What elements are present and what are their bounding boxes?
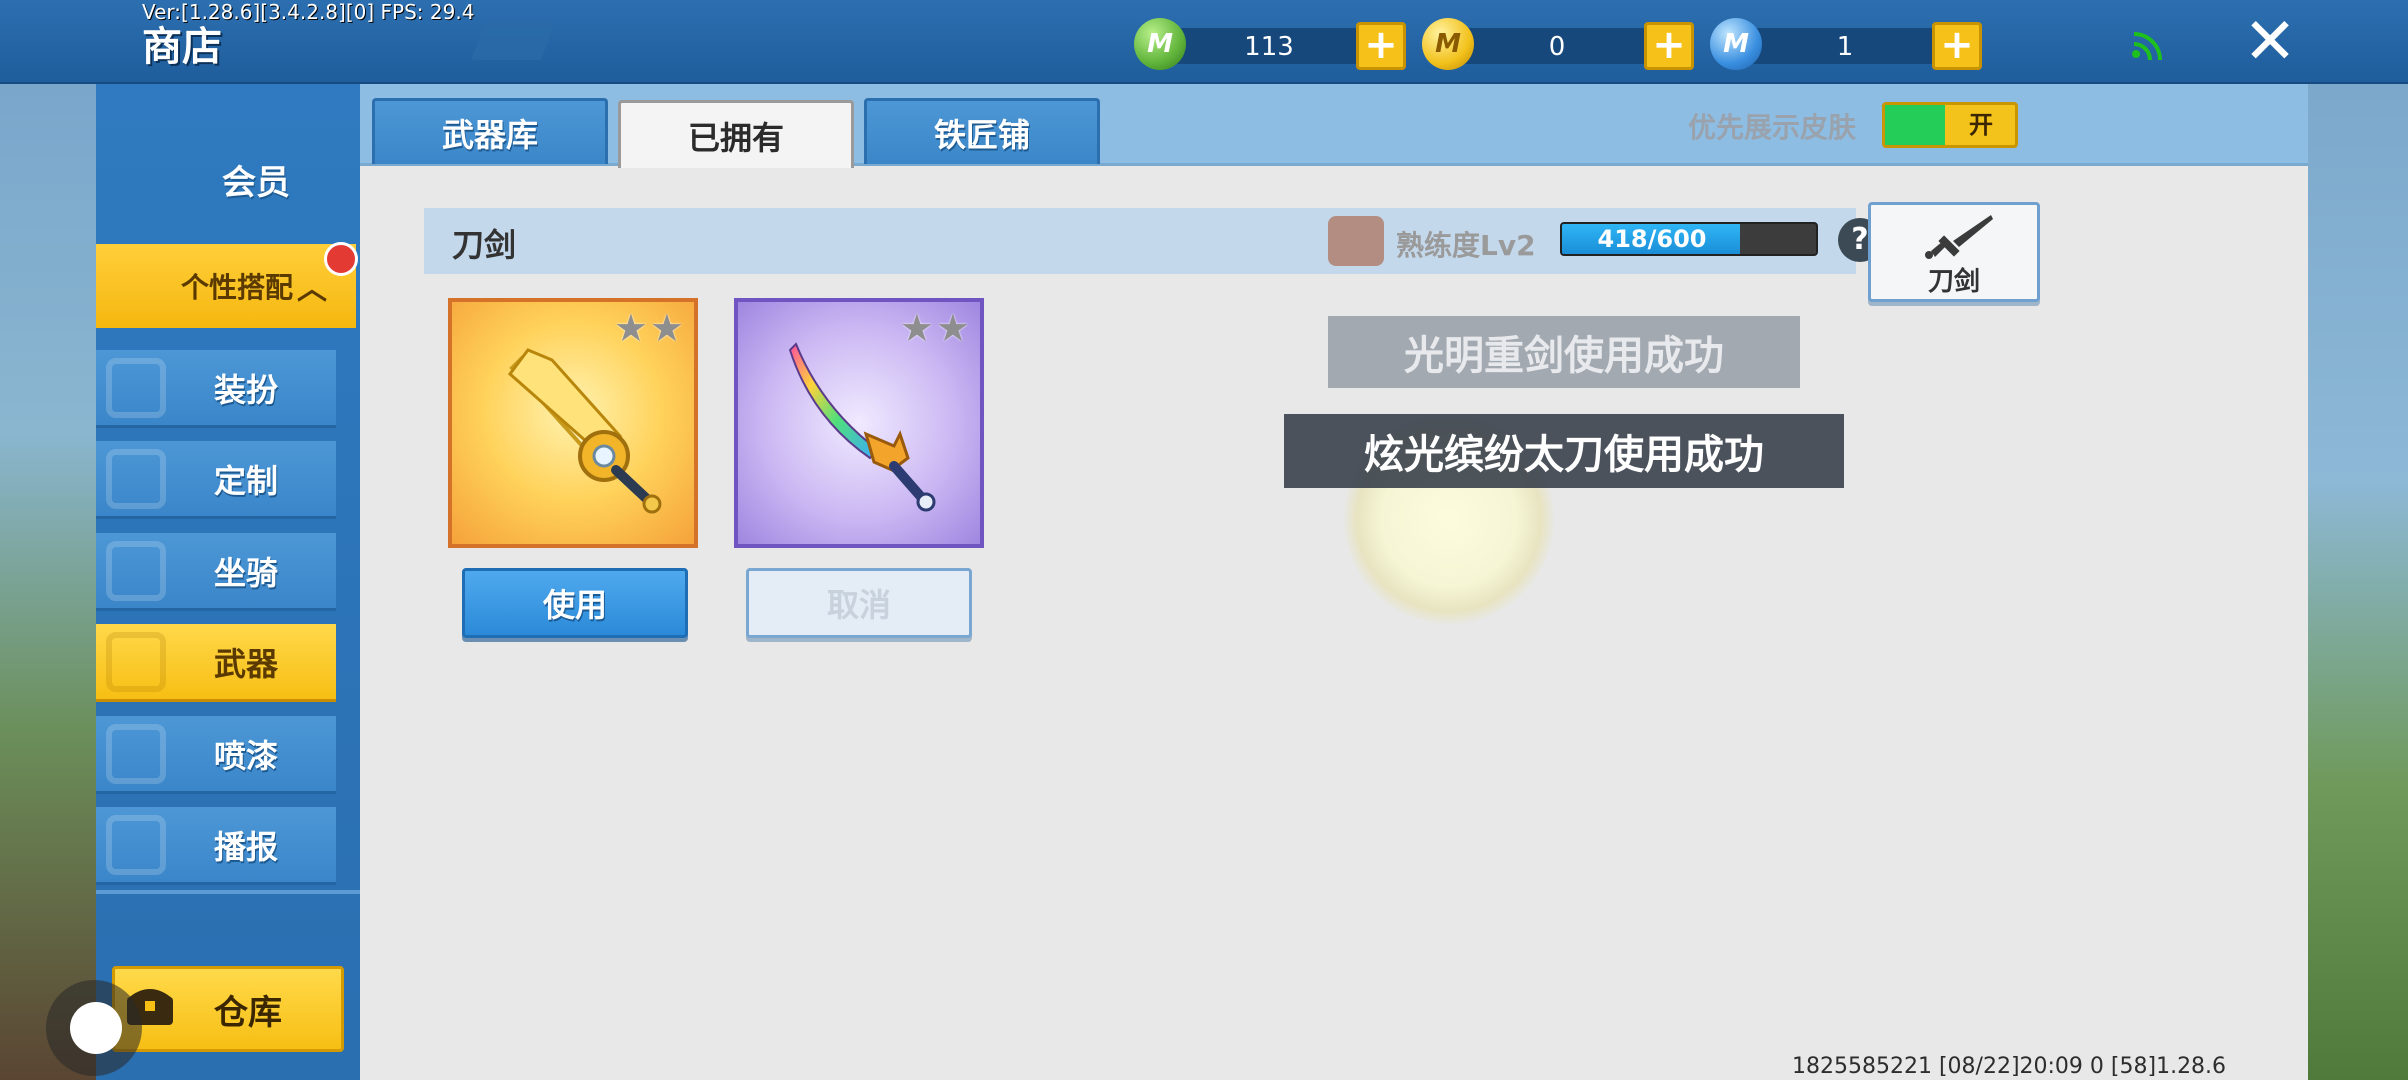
add-gem-button[interactable]: + xyxy=(1356,22,1406,70)
katana-icon xyxy=(782,338,952,522)
toast-message: 光明重剑使用成功 xyxy=(1328,316,1800,388)
progress-text: 418/600 xyxy=(1597,225,1707,253)
sidebar-item-mount[interactable]: 坐骑 xyxy=(96,533,336,611)
sword-icon xyxy=(1917,211,1997,265)
greatsword-icon xyxy=(492,338,662,522)
pencil-icon xyxy=(106,449,166,509)
close-button[interactable]: ✕ xyxy=(2190,0,2350,84)
floating-joystick[interactable] xyxy=(46,980,142,1076)
gold-count: 0 xyxy=(1548,32,1566,62)
use-button[interactable]: 使用 xyxy=(462,568,688,638)
gem-count: 113 xyxy=(1244,32,1294,62)
sidebar-item-label: 武器 xyxy=(213,644,278,683)
wifi-signal-icon xyxy=(2132,30,2166,61)
top-bar: Ver:[1.28.6][3.4.2.8][0] FPS: 29.4 商店 M … xyxy=(0,0,2408,84)
debug-info: 1825585221 [08/22]20:09 0 [58]1.28.6 xyxy=(1792,1054,2227,1079)
green-gem-icon: M xyxy=(1134,18,1186,70)
warehouse-button[interactable]: 仓库 xyxy=(112,966,344,1052)
toggle-label: 开 xyxy=(1969,111,1993,139)
tab-armory[interactable]: 武器库 xyxy=(372,98,608,164)
background-scenery-right xyxy=(2308,84,2408,1080)
blue-coin-count: 1 xyxy=(1836,32,1854,62)
spray-can-icon xyxy=(106,724,166,784)
close-icon: ✕ xyxy=(2243,5,2297,79)
tab-owned[interactable]: 已拥有 xyxy=(618,100,854,168)
chevron-up-icon: ︿ xyxy=(297,272,327,307)
sidebar-item-broadcast[interactable]: 播报 xyxy=(96,807,336,885)
toast-message: 炫光缤纷太刀使用成功 xyxy=(1284,414,1844,488)
sidebar-group-label: 个性搭配 xyxy=(180,271,293,304)
mount-icon xyxy=(106,541,166,601)
warehouse-label: 仓库 xyxy=(214,992,282,1033)
tab-bar: 武器库 已拥有 铁匠铺 优先展示皮肤 开 xyxy=(360,84,2308,168)
sidebar-item-label: 装扮 xyxy=(213,370,278,409)
cancel-use-button[interactable]: 取消 xyxy=(746,568,972,638)
page-title: 商店 xyxy=(142,24,222,70)
sidebar-divider xyxy=(96,890,360,894)
notification-dot xyxy=(324,242,358,276)
tab-blacksmith[interactable]: 铁匠铺 xyxy=(864,98,1100,164)
gold-coin-icon: M xyxy=(1422,18,1474,70)
sidebar-item-label: 喷漆 xyxy=(213,736,278,775)
category-name: 刀剑 xyxy=(452,226,517,264)
joystick-knob xyxy=(70,1002,122,1054)
sidebar-item-spray[interactable]: 喷漆 xyxy=(96,716,336,794)
show-skin-first-label: 优先展示皮肤 xyxy=(1688,111,1857,144)
currency-gold: M 0 + xyxy=(1422,18,1702,70)
main-panel: 武器库 已拥有 铁匠铺 优先展示皮肤 开 刀剑 熟练度Lv2 418/600 ?… xyxy=(360,84,2308,1080)
sidebar-item-outfit[interactable]: 装扮 xyxy=(96,350,336,428)
background-scenery-left xyxy=(0,84,96,1080)
sidebar: 会员 个性搭配 ︿ 装扮 定制 坐骑 武器 喷漆 播报 仓库 xyxy=(96,84,360,1080)
add-blue-coin-button[interactable]: + xyxy=(1932,22,1982,70)
item-card-rainbow-katana[interactable]: ★★ xyxy=(734,298,984,548)
sidebar-item-member[interactable]: 会员 xyxy=(96,144,356,214)
toggle-track xyxy=(1885,105,1945,145)
proficiency-badge-icon xyxy=(1328,216,1384,266)
sidebar-item-label: 播报 xyxy=(213,827,278,866)
blue-coin-icon: M xyxy=(1710,18,1762,70)
sidebar-group-personalization[interactable]: 个性搭配 ︿ xyxy=(96,244,356,328)
proficiency-progress-bar: 418/600 xyxy=(1560,222,1818,256)
gun-icon xyxy=(106,632,166,692)
add-gold-button[interactable]: + xyxy=(1644,22,1694,70)
sidebar-item-custom[interactable]: 定制 xyxy=(96,441,336,519)
item-card-bright-greatsword[interactable]: ★★ xyxy=(448,298,698,548)
decorative-stripe xyxy=(471,22,555,60)
shirt-icon xyxy=(106,358,166,418)
sidebar-item-label: 会员 xyxy=(222,162,290,203)
sidebar-item-label: 坐骑 xyxy=(213,553,278,592)
currency-gem: M 113 + xyxy=(1134,18,1414,70)
broadcast-icon xyxy=(106,815,166,875)
category-button-label: 刀剑 xyxy=(1927,267,1980,297)
category-header: 刀剑 熟练度Lv2 418/600 ? xyxy=(424,208,1882,274)
currency-blue: M 1 + xyxy=(1710,18,1990,70)
sidebar-item-weapon[interactable]: 武器 xyxy=(96,624,336,702)
category-select-button[interactable]: 刀剑 xyxy=(1868,202,2040,302)
proficiency-label: 熟练度Lv2 xyxy=(1396,229,1536,262)
sidebar-item-label: 定制 xyxy=(213,461,278,500)
show-skin-first-toggle[interactable]: 开 xyxy=(1882,102,2018,148)
